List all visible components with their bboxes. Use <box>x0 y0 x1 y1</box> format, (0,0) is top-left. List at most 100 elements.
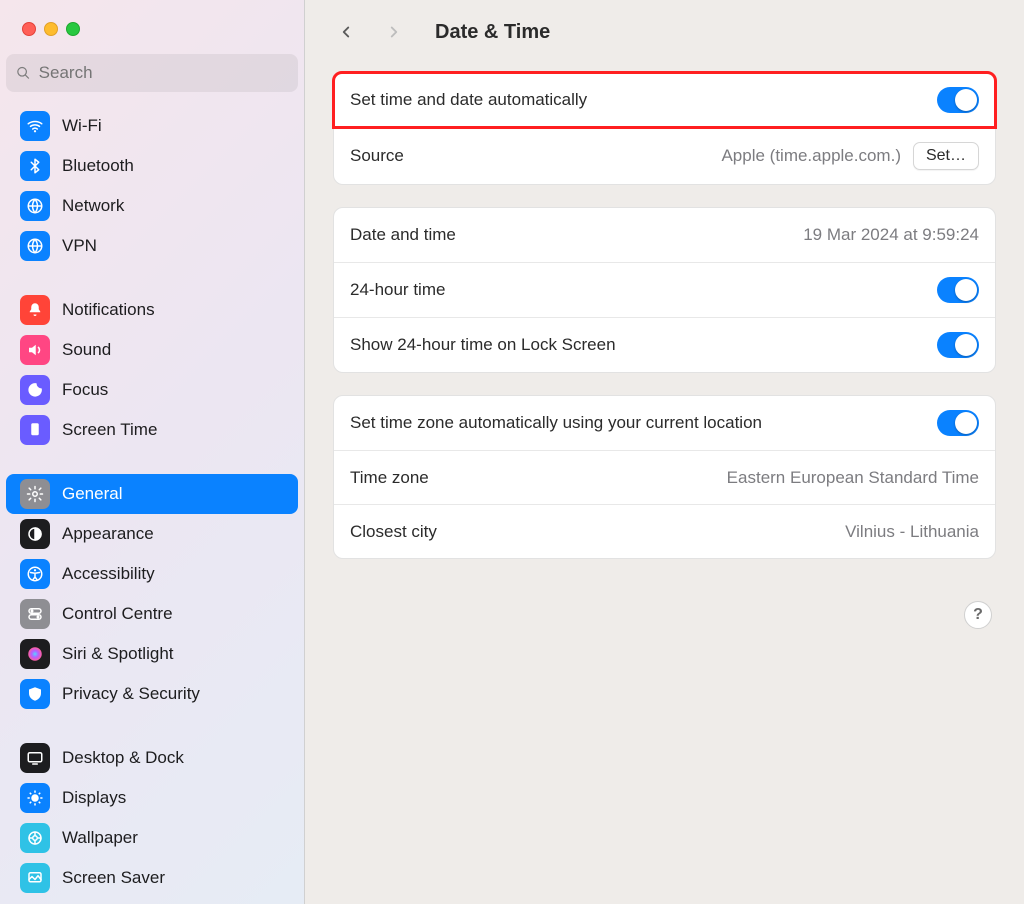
sidebar-item-label: VPN <box>62 236 97 256</box>
back-button[interactable] <box>329 15 363 49</box>
row-label: 24-hour time <box>350 280 937 300</box>
sidebar-item-label: Wi-Fi <box>62 116 102 136</box>
sidebar-item-wifi[interactable]: Wi-Fi <box>6 106 298 146</box>
sidebar-item-label: Desktop & Dock <box>62 748 184 768</box>
sidebar-item-vpn[interactable]: VPN <box>6 226 298 266</box>
row-value: Vilnius - Lithuania <box>845 522 979 542</box>
toggle-switch[interactable] <box>937 277 979 303</box>
main-panel: Date & Time Set time and date automatica… <box>305 0 1024 904</box>
row-value: Eastern European Standard Time <box>727 468 979 488</box>
sidebar-item-label: Bluetooth <box>62 156 134 176</box>
settings-group: Set time and date automatically SourceApp… <box>333 72 996 185</box>
toggle-switch[interactable] <box>937 332 979 358</box>
header: Date & Time <box>305 0 1024 64</box>
sidebar-item-wallpaper[interactable]: Wallpaper <box>6 818 298 858</box>
settings-row: Set time and date automatically <box>334 73 995 127</box>
sidebar-item-privacy[interactable]: stroke="#fff" stroke-width="1" fill="non… <box>6 674 298 714</box>
settings-group: Set time zone automatically using your c… <box>333 395 996 559</box>
sidebar-item-screentime[interactable]: Screen Time <box>6 410 298 450</box>
sidebar-item-label: General <box>62 484 122 504</box>
privacy-icon: stroke="#fff" stroke-width="1" fill="non… <box>20 679 50 709</box>
set-button[interactable]: Set… <box>913 142 979 170</box>
sidebar-item-desktop[interactable]: Desktop & Dock <box>6 738 298 778</box>
sidebar-item-siri[interactable]: Siri & Spotlight <box>6 634 298 674</box>
sound-icon <box>20 335 50 365</box>
sidebar-item-displays[interactable]: Displays <box>6 778 298 818</box>
help-button[interactable]: ? <box>964 601 992 629</box>
sidebar-list: Wi-Fi Bluetooth Network VPN Notifications Sou… <box>0 100 304 898</box>
settings-row: 24-hour time <box>334 262 995 317</box>
general-icon <box>20 479 50 509</box>
settings-row: Set time zone automatically using your c… <box>334 396 995 450</box>
forward-button[interactable] <box>377 15 411 49</box>
settings-row: Date and time19 Mar 2024 at 9:59:24 <box>334 208 995 262</box>
row-label: Set time zone automatically using your c… <box>350 413 937 433</box>
sidebar-item-general[interactable]: General <box>6 474 298 514</box>
sidebar-item-label: Sound <box>62 340 111 360</box>
sidebar-item-controlcentre[interactable]: Control Centre <box>6 594 298 634</box>
settings-row: Time zoneEastern European Standard Time <box>334 450 995 504</box>
sidebar-item-label: Displays <box>62 788 126 808</box>
row-label: Show 24-hour time on Lock Screen <box>350 335 937 355</box>
sidebar-item-label: Screen Time <box>62 420 157 440</box>
sidebar-item-label: Focus <box>62 380 108 400</box>
row-label: Source <box>350 146 721 166</box>
search-icon <box>16 65 31 81</box>
desktop-icon <box>20 743 50 773</box>
chevron-left-icon <box>337 23 355 41</box>
toggle-switch[interactable] <box>937 410 979 436</box>
row-label: Date and time <box>350 225 803 245</box>
chevron-right-icon <box>385 23 403 41</box>
accessibility-icon <box>20 559 50 589</box>
displays-icon <box>20 783 50 813</box>
content-area: Set time and date automatically SourceApp… <box>305 64 1024 581</box>
vpn-icon <box>20 231 50 261</box>
sidebar-item-label: Notifications <box>62 300 155 320</box>
wallpaper-icon <box>20 823 50 853</box>
sidebar: Wi-Fi Bluetooth Network VPN Notifications Sou… <box>0 0 305 904</box>
sidebar-item-accessibility[interactable]: Accessibility <box>6 554 298 594</box>
row-label: Set time and date automatically <box>350 90 937 110</box>
close-window-button[interactable] <box>22 22 36 36</box>
sidebar-item-label: Wallpaper <box>62 828 138 848</box>
sidebar-item-label: Network <box>62 196 124 216</box>
row-value: 19 Mar 2024 at 9:59:24 <box>803 225 979 245</box>
row-label: Time zone <box>350 468 727 488</box>
row-label: Closest city <box>350 522 845 542</box>
network-icon <box>20 191 50 221</box>
sidebar-item-label: Accessibility <box>62 564 155 584</box>
fullscreen-window-button[interactable] <box>66 22 80 36</box>
settings-row: Closest cityVilnius - Lithuania <box>334 504 995 558</box>
bluetooth-icon <box>20 151 50 181</box>
settings-row: SourceApple (time.apple.com.) Set… <box>334 127 995 184</box>
sidebar-item-sound[interactable]: Sound <box>6 330 298 370</box>
system-settings-window: Wi-Fi Bluetooth Network VPN Notifications Sou… <box>0 0 1024 904</box>
toggle-switch[interactable] <box>937 87 979 113</box>
appearance-icon <box>20 519 50 549</box>
notifications-icon <box>20 295 50 325</box>
window-controls <box>0 0 304 54</box>
screentime-icon <box>20 415 50 445</box>
search-field[interactable] <box>6 54 298 92</box>
sidebar-item-label: Privacy & Security <box>62 684 200 704</box>
screensaver-icon <box>20 863 50 893</box>
sidebar-item-notifications[interactable]: Notifications <box>6 290 298 330</box>
sidebar-item-label: Siri & Spotlight <box>62 644 174 664</box>
siri-icon <box>20 639 50 669</box>
row-value: Apple (time.apple.com.) <box>721 146 901 166</box>
sidebar-item-screensaver[interactable]: Screen Saver <box>6 858 298 898</box>
sidebar-item-focus[interactable]: Focus <box>6 370 298 410</box>
sidebar-item-network[interactable]: Network <box>6 186 298 226</box>
controlcentre-icon <box>20 599 50 629</box>
sidebar-item-label: Screen Saver <box>62 868 165 888</box>
sidebar-item-appearance[interactable]: Appearance <box>6 514 298 554</box>
sidebar-item-label: Appearance <box>62 524 154 544</box>
sidebar-item-label: Control Centre <box>62 604 173 624</box>
settings-group: Date and time19 Mar 2024 at 9:59:24 24-ho… <box>333 207 996 373</box>
focus-icon <box>20 375 50 405</box>
sidebar-item-bluetooth[interactable]: Bluetooth <box>6 146 298 186</box>
wifi-icon <box>20 111 50 141</box>
settings-row: Show 24-hour time on Lock Screen <box>334 317 995 372</box>
search-input[interactable] <box>39 63 288 83</box>
minimize-window-button[interactable] <box>44 22 58 36</box>
